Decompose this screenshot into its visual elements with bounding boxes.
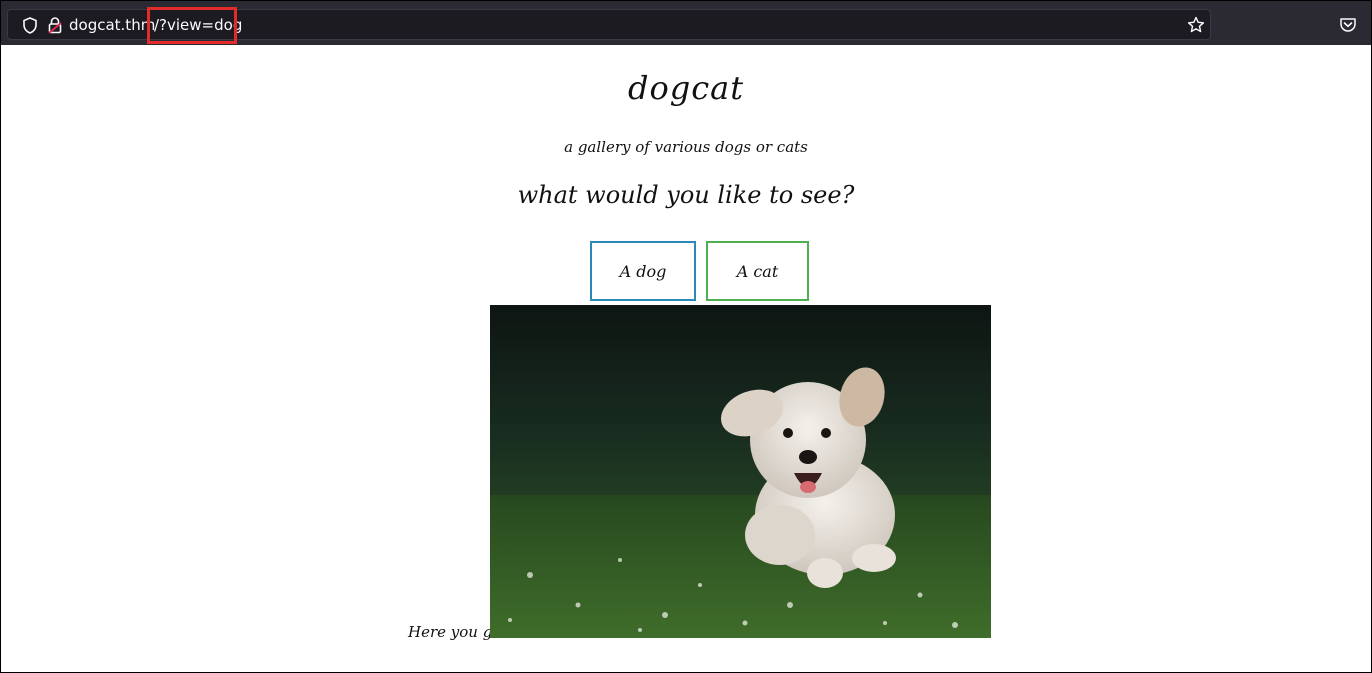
- star-icon[interactable]: [1187, 16, 1205, 38]
- lock-icon[interactable]: [48, 16, 62, 38]
- page-question: what would you like to see?: [517, 181, 855, 209]
- browser-toolbar: dogcat.thm /?view=dog: [1, 1, 1371, 45]
- url-host: dogcat.thm: [69, 16, 156, 34]
- browser-window: dogcat.thm /?view=dog dogcat a gallery o…: [0, 0, 1372, 673]
- page-content: dogcat a gallery of various dogs or cats…: [1, 45, 1371, 672]
- dog-button[interactable]: A dog: [590, 241, 696, 301]
- dog-photo: [490, 305, 991, 638]
- shield-icon[interactable]: [22, 17, 38, 38]
- pocket-icon[interactable]: [1339, 16, 1357, 38]
- page-title: dogcat: [627, 69, 745, 107]
- url-highlight-annotation: [147, 7, 237, 44]
- cat-button[interactable]: A cat: [706, 241, 809, 301]
- page-subtitle: a gallery of various dogs or cats: [564, 138, 808, 156]
